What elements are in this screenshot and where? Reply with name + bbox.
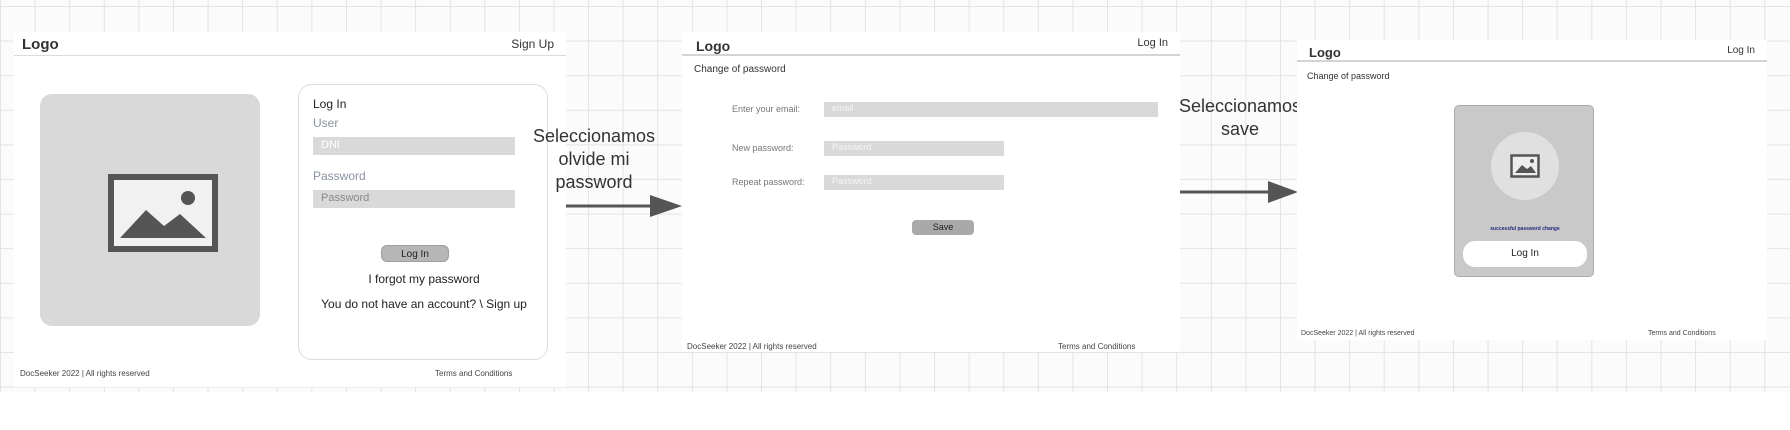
transition-label-save: Seleccionamos save (1178, 96, 1302, 139)
password-changed-screen: Logo Log In Change of password successfu… (1297, 40, 1767, 340)
success-topbar: Logo Log In (1297, 40, 1767, 62)
terms-link[interactable]: Terms and Conditions (1058, 342, 1135, 351)
success-message: successful password change (1490, 226, 1560, 232)
footer-copyright: DocSeeker 2022 | All rights reserved (20, 369, 150, 378)
log-in-link[interactable]: Log In (1727, 45, 1755, 56)
page-subtitle: Change of password (1307, 71, 1390, 81)
repeat-password-input[interactable]: Password (824, 175, 1004, 190)
email-input[interactable]: email (824, 102, 1158, 117)
repeat-password-label: Repeat password: (732, 177, 805, 187)
login-button[interactable]: Log In (1463, 241, 1587, 267)
logo: Logo (22, 36, 59, 53)
login-title: Log In (313, 97, 347, 111)
terms-link[interactable]: Terms and Conditions (1648, 330, 1716, 337)
transition-label-forgot: Seleccionamos olvide mi password (532, 126, 656, 192)
change-password-screen: Logo Log In Change of password Enter you… (682, 32, 1180, 352)
change-password-topbar: Logo Log In (682, 32, 1180, 56)
avatar-circle (1491, 132, 1559, 200)
logo: Logo (1309, 45, 1341, 60)
login-screen: Logo Sign Up Log In User DNI Password Pa… (14, 32, 566, 387)
footer-copyright: DocSeeker 2022 | All rights reserved (687, 342, 817, 351)
terms-link[interactable]: Terms and Conditions (435, 369, 512, 378)
login-panel: Log In User DNI Password Password Log In… (298, 84, 548, 360)
new-password-input[interactable]: Password (824, 141, 1004, 156)
footer-copyright: DocSeeker 2022 | All rights reserved (1301, 330, 1415, 337)
password-input[interactable]: Password (313, 190, 515, 208)
login-button[interactable]: Log In (381, 245, 449, 262)
login-topbar: Logo Sign Up (14, 32, 566, 56)
email-label: Enter your email: (732, 104, 801, 114)
arrow-right-icon (566, 195, 682, 217)
forgot-password-link[interactable]: I forgot my password (299, 272, 549, 286)
image-placeholder-icon (108, 174, 218, 252)
image-placeholder-icon (1510, 154, 1540, 178)
sign-up-prompt[interactable]: You do not have an account? \ Sign up (299, 297, 549, 311)
new-password-label: New password: (732, 143, 794, 153)
page-subtitle: Change of password (694, 64, 786, 75)
log-in-link[interactable]: Log In (1137, 37, 1168, 49)
password-label: Password (313, 169, 366, 183)
arrow-right-icon (1180, 181, 1298, 203)
user-label: User (313, 116, 339, 130)
hero-image-placeholder (40, 94, 260, 326)
sign-up-link[interactable]: Sign Up (511, 37, 554, 51)
save-button[interactable]: Save (912, 220, 974, 235)
logo: Logo (696, 38, 731, 54)
user-input[interactable]: DNI (313, 137, 515, 155)
success-card: successful password change Log In (1454, 105, 1594, 277)
